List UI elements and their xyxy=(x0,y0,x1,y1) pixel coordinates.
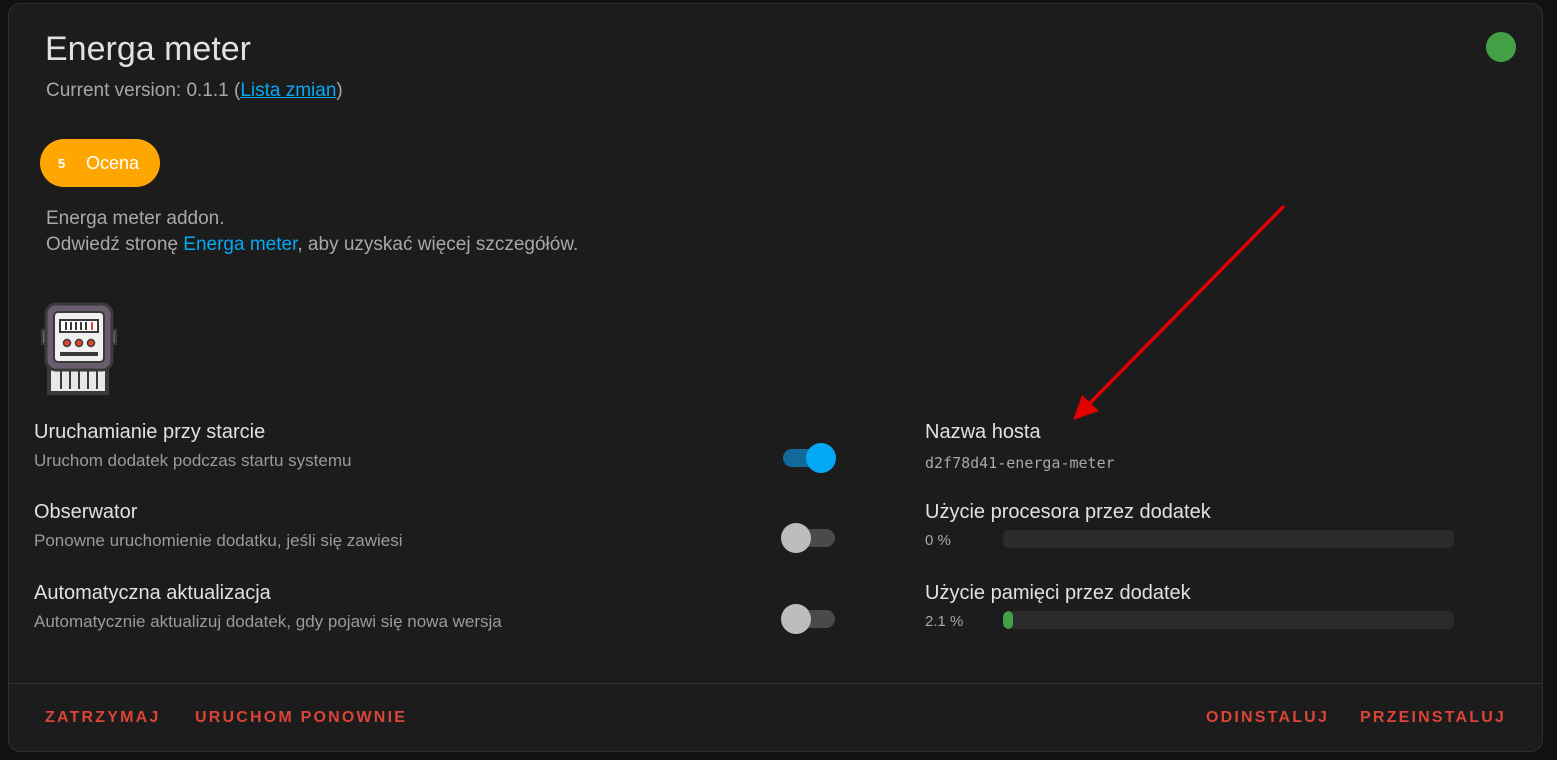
addon-info-card: Energa meter Current version: 0.1.1 (Lis… xyxy=(8,3,1543,752)
rating-chip[interactable]: 5 Ocena xyxy=(40,139,160,187)
start-on-boot-description: Uruchom dodatek podczas startu systemu xyxy=(34,451,352,470)
changelog-link[interactable]: Lista zmian xyxy=(240,80,336,101)
actions-divider xyxy=(9,683,1542,684)
watchdog-description: Ponowne uruchomienie dodatku, jeśli się … xyxy=(34,531,403,550)
toggle-knob xyxy=(781,604,811,634)
hostname-label: Nazwa hosta xyxy=(925,421,1041,443)
uninstall-button[interactable]: ODINSTALUJ xyxy=(1206,709,1329,727)
rating-score: 5 xyxy=(58,155,66,171)
auto-update-description: Automatycznie aktualizuj dodatek, gdy po… xyxy=(34,612,502,631)
rebuild-button[interactable]: PRZEINSTALUJ xyxy=(1360,709,1506,727)
addon-website-link[interactable]: Energa meter xyxy=(183,234,297,255)
memory-usage-label: Użycie pamięci przez dodatek xyxy=(925,582,1191,604)
cpu-usage-bar xyxy=(1003,530,1454,548)
running-status-indicator xyxy=(1486,32,1516,62)
rating-label: Ocena xyxy=(86,152,140,173)
start-on-boot-toggle[interactable] xyxy=(781,442,837,473)
memory-usage-bar xyxy=(1003,611,1454,629)
electric-meter-icon xyxy=(41,302,117,395)
description-link-line: Odwiedź stronę Energa meter, aby uzyskać… xyxy=(46,232,578,258)
stop-button[interactable]: ZATRZYMAJ xyxy=(45,709,161,727)
addon-description: Energa meter addon. Odwiedź stronę Energ… xyxy=(46,206,578,258)
version-text: Current version: 0.1.1 ( xyxy=(46,80,241,101)
auto-update-toggle[interactable] xyxy=(781,603,837,634)
description-text: Odwiedź stronę xyxy=(46,234,184,255)
version-close-paren: ) xyxy=(336,80,343,101)
addon-title: Energa meter xyxy=(45,30,251,68)
toggle-knob xyxy=(781,523,811,553)
start-on-boot-title: Uruchamianie przy starcie xyxy=(34,421,266,443)
hostname-value: d2f78d41-energa-meter xyxy=(925,454,1115,472)
cpu-usage-value: 0 % xyxy=(925,532,951,549)
description-text-suffix: , aby uzyskać więcej szczegółów. xyxy=(297,234,579,255)
watchdog-toggle[interactable] xyxy=(781,522,837,553)
version-line: Current version: 0.1.1 (Lista zmian) xyxy=(46,80,343,102)
auto-update-title: Automatyczna aktualizacja xyxy=(34,582,271,604)
description-line: Energa meter addon. xyxy=(46,208,225,229)
watchdog-title: Obserwator xyxy=(34,501,138,523)
restart-button[interactable]: URUCHOM PONOWNIE xyxy=(195,709,407,727)
memory-usage-bar-fill xyxy=(1003,611,1013,629)
memory-usage-value: 2.1 % xyxy=(925,613,964,630)
toggle-knob xyxy=(806,443,836,473)
cpu-usage-label: Użycie procesora przez dodatek xyxy=(925,501,1211,523)
